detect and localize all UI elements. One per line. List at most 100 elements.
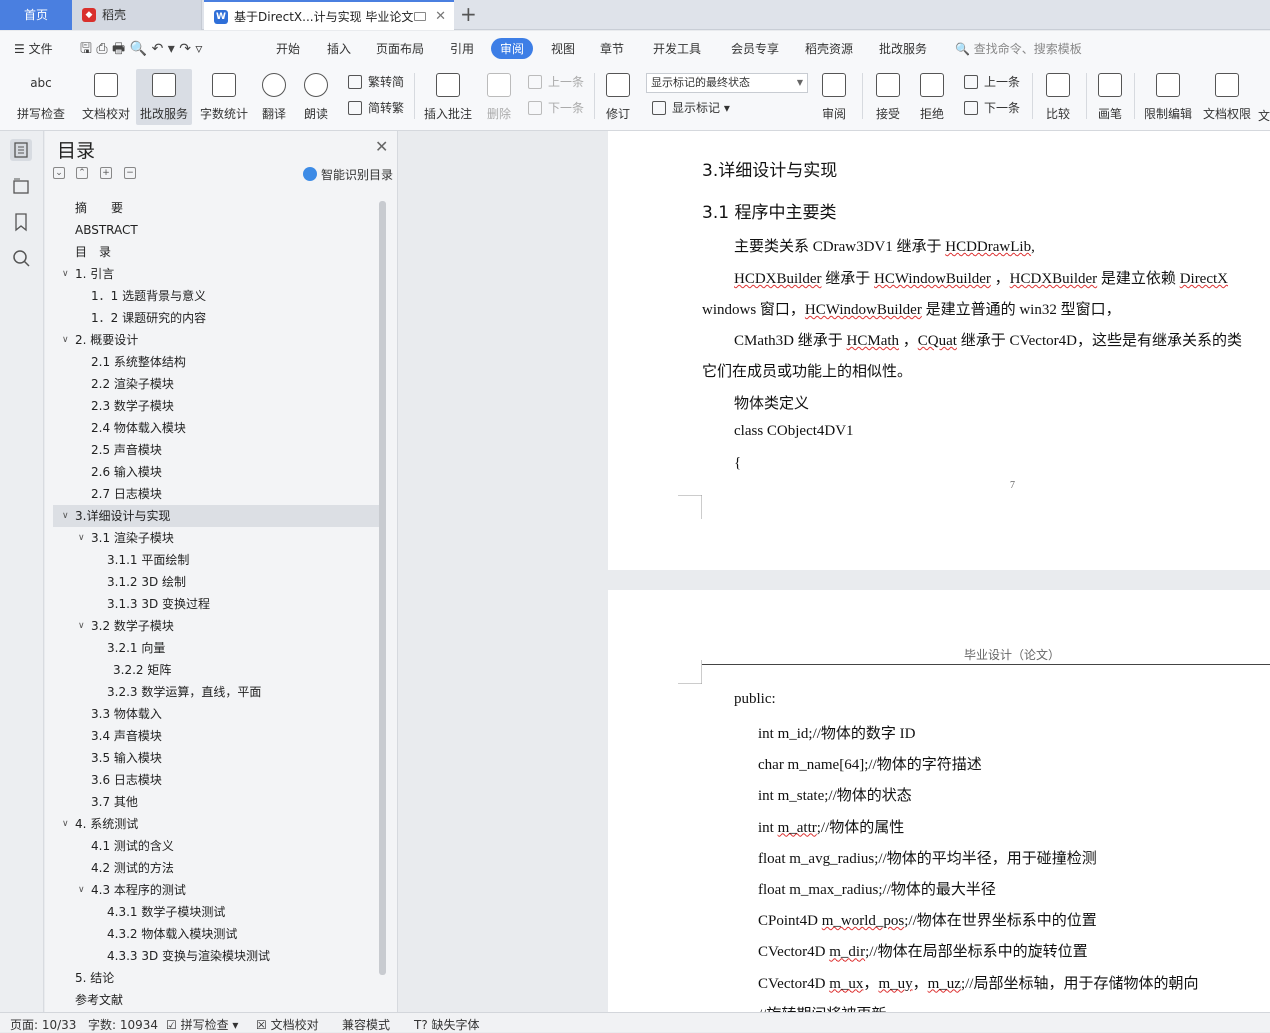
toc-item[interactable]: ∨ 4.3 本程序的测试	[53, 879, 379, 901]
reject-button[interactable]: 拒绝	[912, 69, 952, 125]
menu-page-layout[interactable]: 页面布局	[376, 40, 424, 57]
toc-scrollbar[interactable]	[379, 201, 386, 975]
toc-item[interactable]: ∨ 2. 概要设计	[53, 329, 379, 351]
menu-review[interactable]: 审阅	[491, 38, 534, 59]
restrict-edit-button[interactable]: 限制编辑	[1140, 69, 1196, 125]
menu-view[interactable]: 视图	[551, 40, 575, 57]
menu-chapter[interactable]: 章节	[600, 40, 624, 57]
toc-item[interactable]: 2.6 输入模块	[53, 461, 379, 483]
insert-comment-button[interactable]: 插入批注	[420, 69, 476, 125]
toc-item[interactable]: 2.2 渲染子模块	[53, 373, 379, 395]
toc-item[interactable]: ∨ 3.2 数学子模块	[53, 615, 379, 637]
chevron-down-icon[interactable]: ∨	[62, 505, 69, 527]
toc-item[interactable]: 5. 结论	[53, 967, 379, 989]
expand-up-icon[interactable]: ⌃	[76, 167, 88, 179]
toc-item[interactable]: 2.3 数学子模块	[53, 395, 379, 417]
file-menu[interactable]: ☰ 文件	[14, 40, 53, 57]
toc-item[interactable]: 摘 要	[53, 197, 379, 219]
smart-toc-button[interactable]: 智能识别目录	[303, 166, 393, 183]
toc-item[interactable]: 4.1 测试的含义	[53, 835, 379, 857]
menu-reference[interactable]: 引用	[450, 40, 474, 57]
word-count-indicator[interactable]: 字数: 10934	[88, 1016, 158, 1033]
close-tab-icon[interactable]: ✕	[435, 2, 446, 30]
toc-item[interactable]: 2.5 声音模块	[53, 439, 379, 461]
delete-comment-button[interactable]: 删除	[480, 69, 518, 125]
toc-item[interactable]: 2.7 日志模块	[53, 483, 379, 505]
toc-item[interactable]: ∨ 1. 引言	[53, 263, 379, 285]
toc-item[interactable]: 4.2 测试的方法	[53, 857, 379, 879]
read-aloud-button[interactable]: 朗读	[298, 69, 334, 125]
toc-item[interactable]: 4.3.3 3D 变换与渲染模块测试	[53, 945, 379, 967]
toc-item[interactable]: 1．2 课题研究的内容	[53, 307, 379, 329]
new-tab-button[interactable]: +	[460, 2, 477, 26]
spell-check-button[interactable]: abc 拼写检查	[8, 69, 74, 125]
simp-to-trad-button[interactable]: 简转繁	[348, 99, 404, 117]
menu-docer-resources[interactable]: 稻壳资源	[805, 40, 853, 57]
page-indicator[interactable]: 页面: 10/33	[10, 1016, 76, 1033]
missing-font-status[interactable]: T? 缺失字体	[414, 1016, 480, 1033]
toc-item[interactable]: 3.1.3 3D 变换过程	[53, 593, 379, 615]
toc-item[interactable]: 3.2.2 矩阵	[53, 659, 379, 681]
correction-service-button[interactable]: 批改服务	[136, 69, 192, 125]
chevron-down-icon[interactable]: ∨	[62, 263, 69, 285]
toc-nav-icon[interactable]	[10, 139, 32, 161]
menu-insert[interactable]: 插入	[327, 40, 351, 57]
doc-permission-button[interactable]: 文档权限	[1200, 69, 1254, 125]
tab-docer[interactable]: ◆ 稻壳	[72, 0, 202, 30]
toc-item[interactable]: ∨ 3.1 渲染子模块	[53, 527, 379, 549]
add-level-icon[interactable]: +	[100, 167, 112, 179]
search-icon[interactable]	[10, 247, 32, 269]
compare-button[interactable]: 比较	[1038, 69, 1078, 125]
toc-item[interactable]: 3.1.1 平面绘制	[53, 549, 379, 571]
chevron-down-icon[interactable]: ∨	[78, 527, 85, 549]
toc-item[interactable]: 3.6 日志模块	[53, 769, 379, 791]
toc-item[interactable]: 3.4 声音模块	[53, 725, 379, 747]
toc-item[interactable]: 3.5 输入模块	[53, 747, 379, 769]
translate-button[interactable]: 翻译	[254, 69, 294, 125]
menu-member[interactable]: 会员专享	[731, 40, 779, 57]
markup-state-select[interactable]: 显示标记的最终状态 ▼	[646, 73, 808, 93]
toc-item[interactable]: 3.3 物体载入	[53, 703, 379, 725]
toc-item[interactable]: 2.1 系统整体结构	[53, 351, 379, 373]
revise-button[interactable]: 修订	[600, 69, 636, 125]
toc-item[interactable]: 4.3.2 物体载入模块测试	[53, 923, 379, 945]
prev-revision-button[interactable]: 上一条	[964, 73, 1020, 91]
chevron-down-icon[interactable]: ∨	[62, 329, 69, 351]
chevron-down-icon[interactable]: ∨	[62, 813, 69, 835]
toc-item[interactable]: 3.2.3 数学运算，直线，平面	[53, 681, 379, 703]
chevron-down-icon[interactable]: ∨	[78, 879, 85, 901]
prev-comment-button[interactable]: 上一条	[528, 73, 584, 91]
command-search[interactable]: 🔍 查找命令、搜索模板	[955, 40, 1082, 57]
tab-home[interactable]: 首页	[0, 0, 72, 30]
pen-button[interactable]: 画笔	[1092, 69, 1128, 125]
toc-item[interactable]: 3.2.1 向量	[53, 637, 379, 659]
trad-to-simp-button[interactable]: 繁转简	[348, 73, 404, 91]
menu-correction-service[interactable]: 批改服务	[879, 40, 927, 57]
doc-proof-status[interactable]: ☒ 文档校对	[256, 1016, 319, 1033]
cut-off-button[interactable]: 文	[1258, 69, 1270, 125]
toc-item[interactable]: ABSTRACT	[53, 219, 379, 241]
toc-item[interactable]: 3.1.2 3D 绘制	[53, 571, 379, 593]
toc-item[interactable]: 参考文献	[53, 989, 379, 1009]
document-canvas[interactable]: 🗎▾ 3.详细设计与实现 3.1 程序中主要类 主要类关系 CDraw3DV1 …	[398, 131, 1270, 1012]
toc-item[interactable]: ∨ 3.详细设计与实现	[53, 505, 379, 527]
next-comment-button[interactable]: 下一条	[528, 99, 584, 117]
collapse-all-icon[interactable]: ⌄	[53, 167, 65, 179]
menu-start[interactable]: 开始	[276, 40, 300, 57]
accept-button[interactable]: 接受	[868, 69, 908, 125]
show-markup-button[interactable]: 显示标记 ▾	[652, 99, 730, 117]
tab-document[interactable]: W 基于DirectX...计与实现 毕业论文 ✕	[204, 0, 454, 30]
spell-check-status[interactable]: ☑ 拼写检查 ▾	[166, 1016, 238, 1033]
toc-item[interactable]: 目 录	[53, 241, 379, 263]
review-pane-button[interactable]: 审阅	[814, 69, 854, 125]
toc-item[interactable]: ∨ 4. 系统测试	[53, 813, 379, 835]
toc-item[interactable]: 4.3.1 数学子模块测试	[53, 901, 379, 923]
chapter-nav-icon[interactable]	[10, 175, 32, 197]
toc-item[interactable]: 2.4 物体载入模块	[53, 417, 379, 439]
doc-proof-button[interactable]: 文档校对	[78, 69, 134, 125]
toc-item[interactable]: 1．1 选题背景与意义	[53, 285, 379, 307]
close-icon[interactable]: ✕	[375, 137, 388, 156]
quick-access-icons[interactable]: 🖫 ⎙ 🖶 🔍 ↶ ▾ ↷ ▿	[80, 38, 202, 62]
remove-level-icon[interactable]: −	[124, 167, 136, 179]
chevron-down-icon[interactable]: ∨	[78, 615, 85, 637]
